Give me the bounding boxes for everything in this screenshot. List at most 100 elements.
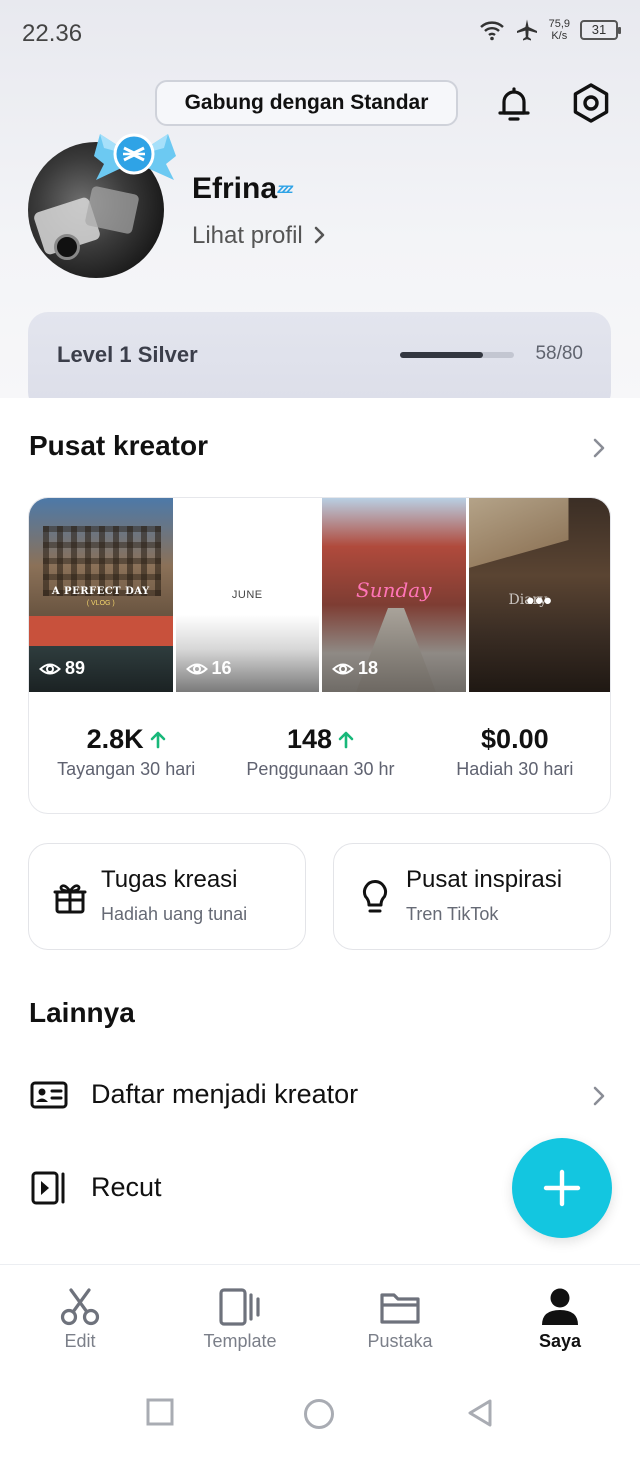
- system-navigation-bar: [0, 1366, 640, 1458]
- feature-title: Pusat inspirasi: [406, 866, 563, 893]
- more-dots-icon[interactable]: •••: [527, 588, 553, 614]
- recent-apps-icon[interactable]: [146, 1398, 174, 1426]
- nav-item-template[interactable]: Template: [160, 1265, 320, 1366]
- eye-icon: [332, 663, 354, 674]
- level-progress-bar: [400, 352, 514, 358]
- thumbnail-image-detail: [356, 608, 436, 692]
- sleep-emoji: ᶻᶻᶻ: [277, 181, 293, 203]
- stat-value: 148: [287, 724, 354, 755]
- stat-value-number: 2.8K: [86, 724, 144, 754]
- eye-icon: [39, 663, 61, 674]
- stat-rewards[interactable]: $0.00 Hadiah 30 hari: [418, 692, 610, 813]
- scissors-icon: [60, 1288, 100, 1326]
- thumbnail-image-detail: [29, 616, 173, 646]
- trend-up-icon: [338, 731, 354, 748]
- stat-label: Tayangan 30 hari: [57, 759, 196, 779]
- stat-value-number: $0.00: [481, 724, 549, 754]
- status-time: 22.36: [22, 20, 83, 47]
- stat-value: $0.00: [481, 724, 549, 755]
- thumbnail-title: A PERFECT DAY: [51, 586, 150, 597]
- others-title: Lainnya: [29, 997, 135, 1028]
- back-icon[interactable]: [466, 1398, 494, 1428]
- view-count-value: 16: [211, 658, 232, 678]
- thumbnail-title: JUNE: [231, 589, 263, 601]
- nav-item-library[interactable]: Pustaka: [320, 1265, 480, 1366]
- level-name: Level 1 Silver: [57, 342, 198, 367]
- profile-avatar[interactable]: [28, 132, 178, 280]
- more-thumbnail[interactable]: Diary •••: [468, 498, 610, 692]
- video-thumbnail[interactable]: A PERFECT DAY ( VLOG ) 89: [29, 498, 173, 692]
- home-icon[interactable]: [303, 1398, 335, 1430]
- lightbulb-icon: [363, 880, 387, 913]
- status-icons: 75,9 K/s 31: [479, 18, 621, 42]
- network-speed-value: 75,9: [548, 18, 570, 30]
- eye-icon: [185, 663, 208, 674]
- gear-icon[interactable]: [570, 82, 612, 124]
- chevron-right-icon: [593, 1086, 605, 1106]
- template-icon: [219, 1288, 260, 1326]
- profile-name-text: Efrina: [192, 172, 278, 205]
- wifi-icon: [479, 21, 504, 41]
- creator-stats: 2.8K Tayangan 30 hari 148 Penggunaan 30 …: [29, 692, 610, 813]
- view-count-value: 18: [358, 658, 379, 678]
- nav-label: Template: [203, 1331, 277, 1351]
- creator-center-card[interactable]: A PERFECT DAY ( VLOG ) 89 JUNE 16 Sunday…: [28, 497, 611, 814]
- stat-usage[interactable]: 148 Penggunaan 30 hr: [223, 692, 417, 813]
- gift-icon: [53, 884, 87, 914]
- recut-icon: [31, 1171, 65, 1205]
- list-item-label: Recut: [91, 1172, 162, 1202]
- avatar-photo-detail: [54, 234, 80, 260]
- nav-item-me[interactable]: Saya: [480, 1265, 640, 1366]
- list-item-register-creator[interactable]: Daftar menjadi kreator: [0, 1055, 640, 1135]
- stat-value-number: 148: [286, 724, 333, 754]
- video-thumbnail[interactable]: JUNE 16: [175, 498, 319, 692]
- nav-label: Edit: [64, 1331, 96, 1351]
- thumbnail-title: Sunday: [356, 578, 432, 602]
- stat-label: Hadiah 30 hari: [456, 759, 574, 779]
- bottom-navigation: Edit Template Pustaka Saya: [0, 1264, 640, 1366]
- nav-label: Pustaka: [367, 1331, 433, 1351]
- stat-views[interactable]: 2.8K Tayangan 30 hari: [29, 692, 223, 813]
- status-bar: 22.36 75,9 K/s 31: [0, 0, 640, 64]
- battery-level: 31: [591, 22, 607, 37]
- feature-subtitle: Hadiah uang tunai: [101, 904, 248, 924]
- list-item-label: Daftar menjadi kreator: [91, 1079, 359, 1109]
- view-count-value: 89: [65, 658, 86, 678]
- level-progress-fill: [400, 352, 483, 358]
- creation-tasks-card[interactable]: Tugas kreasi Hadiah uang tunai: [28, 843, 306, 950]
- video-thumbnails: A PERFECT DAY ( VLOG ) 89 JUNE 16 Sunday…: [29, 498, 610, 692]
- view-profile-link[interactable]: Lihat profil: [192, 222, 327, 250]
- nav-label: Saya: [538, 1331, 582, 1351]
- nav-item-edit[interactable]: Edit: [0, 1265, 160, 1366]
- thumbnail-subtitle: ( VLOG ): [86, 600, 115, 607]
- view-profile-label: Lihat profil: [192, 222, 303, 249]
- chevron-right-icon[interactable]: [592, 437, 606, 459]
- chevron-right-icon: [315, 226, 325, 244]
- thumbnail-image-detail: [468, 498, 569, 568]
- trend-up-icon: [150, 731, 165, 748]
- view-count: 18: [332, 658, 378, 679]
- create-project-button[interactable]: [512, 1138, 612, 1238]
- view-count: 16: [185, 658, 232, 679]
- view-count: 89: [39, 658, 85, 679]
- capcut-badge-icon: [94, 133, 176, 180]
- creator-center-title[interactable]: Pusat kreator: [29, 430, 208, 462]
- stat-label: Penggunaan 30 hr: [246, 759, 395, 779]
- network-speed-unit: K/s: [551, 30, 568, 42]
- level-card[interactable]: Level 1 Silver 58/80: [28, 312, 611, 412]
- person-icon: [542, 1288, 578, 1325]
- inspiration-center-card[interactable]: Pusat inspirasi Tren TikTok: [333, 843, 611, 950]
- folder-icon: [380, 1293, 420, 1324]
- bell-icon[interactable]: [494, 84, 534, 124]
- id-card-icon: [30, 1081, 68, 1109]
- battery-indicator: 31: [580, 20, 621, 40]
- plus-icon: [543, 1169, 581, 1207]
- join-standard-button[interactable]: Gabung dengan Standar: [155, 80, 458, 126]
- video-thumbnail[interactable]: Sunday 18: [322, 498, 466, 692]
- network-speed: 75,9 K/s: [549, 18, 570, 42]
- profile-name[interactable]: Efrinaᶻᶻᶻ: [192, 172, 293, 206]
- airplane-icon: [516, 19, 537, 41]
- feature-title: Tugas kreasi: [101, 866, 238, 893]
- level-count: 58/80: [535, 343, 583, 364]
- feature-subtitle: Tren TikTok: [406, 904, 499, 924]
